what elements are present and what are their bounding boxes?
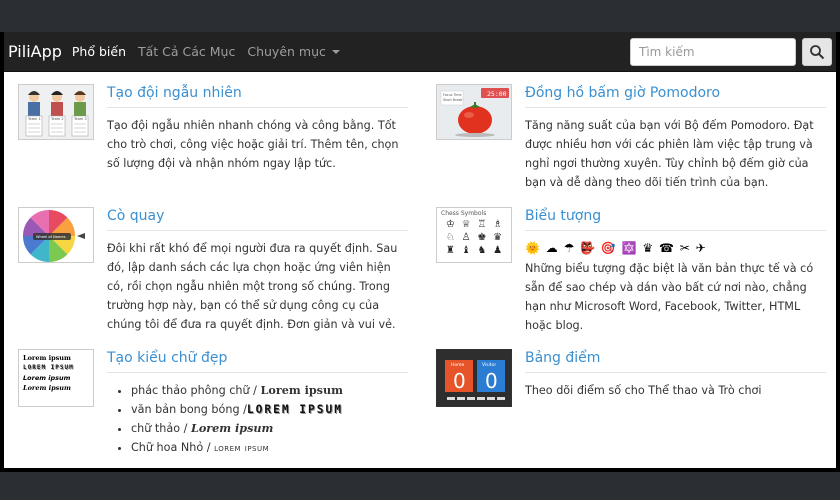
team-2-label: Team 2 bbox=[50, 117, 64, 121]
list-item[interactable]: văn bản bong bóng /LOREM IPSUM bbox=[131, 400, 408, 419]
card-body: Tạo kiểu chữ đẹp phác thảo phông chữ / L… bbox=[107, 349, 408, 458]
chess-glyph: ♙ bbox=[461, 232, 471, 243]
short-break-label: Short Break bbox=[443, 98, 462, 102]
search-input[interactable] bbox=[630, 37, 796, 66]
nav-dropdown-categories[interactable]: Chuyên mục bbox=[247, 44, 340, 59]
card-desc-scoreboard: Theo dõi điểm số cho Thể thao và Trò chơ… bbox=[525, 384, 762, 397]
list-item[interactable]: Chữ hoa Nhỏ / lorem ipsum bbox=[131, 438, 408, 458]
chess-glyph: ♗ bbox=[493, 219, 503, 230]
search-icon bbox=[810, 44, 825, 59]
home-score: 0 bbox=[453, 369, 466, 393]
wheel-icon: Wheel of Names bbox=[22, 209, 85, 262]
chess-glyph: ♘ bbox=[445, 232, 455, 243]
font-style-sample: Lorem ipsum bbox=[190, 421, 274, 435]
team-1-label: Team 1 bbox=[27, 117, 41, 121]
card-title-wheel[interactable]: Cò quay bbox=[107, 207, 408, 231]
chess-glyph: ♜ bbox=[445, 245, 455, 256]
nav-link-all-categories[interactable]: Tất Cả Các Mục bbox=[138, 44, 235, 59]
chess-symbol-grid: ♔ ♕ ♖ ♗ ♘ ♙ ♚ ♛ ♜ ♝ ♞ ♟ bbox=[437, 217, 511, 259]
font-style-label: chữ thảo / bbox=[131, 422, 191, 435]
card-title-scoreboard[interactable]: Bảng điểm bbox=[525, 349, 826, 373]
scoreboard-thumbnail[interactable]: Home Visitor 0 0 bbox=[436, 349, 512, 407]
scoreboard-icon: Home Visitor 0 0 bbox=[437, 350, 511, 406]
thumb-font-line-3: Lorem ipsum bbox=[23, 374, 71, 382]
list-item[interactable]: chữ thảo / Lorem ipsum bbox=[131, 419, 408, 438]
card-body: Bảng điểm Theo dõi điểm số cho Thể thao … bbox=[525, 349, 826, 400]
home-label: Home bbox=[451, 362, 465, 368]
card-body: Tạo đội ngẫu nhiên Tạo đội ngẫu nhiên nh… bbox=[107, 84, 408, 173]
font-style-label: văn bản bong bóng / bbox=[131, 403, 247, 416]
caret-down-icon bbox=[331, 50, 340, 54]
font-style-list: phác thảo phông chữ / Lorem ipsum văn bả… bbox=[107, 381, 408, 458]
browser-frame: PiliApp Phổ biến Tất Cả Các Mục Chuyên m… bbox=[0, 32, 840, 472]
team-people-icon: Team 1 Team 2 Team 3 bbox=[19, 85, 93, 139]
visitor-label: Visitor bbox=[482, 362, 496, 368]
bottom-dark-bar bbox=[0, 472, 840, 500]
font-style-sample: lorem ipsum bbox=[214, 443, 270, 454]
search-button[interactable] bbox=[802, 37, 832, 66]
visitor-score: 0 bbox=[485, 369, 498, 393]
team-3-label: Team 3 bbox=[73, 117, 87, 121]
thumb-font-line-2: LOREM IPSUM bbox=[23, 364, 74, 371]
card-desc-symbols: Những biểu tượng đặc biệt là văn bản thự… bbox=[525, 262, 814, 332]
focus-time-label: Focus Time bbox=[443, 93, 462, 97]
wheel-thumbnail[interactable]: Wheel of Names bbox=[18, 207, 94, 263]
navbar: PiliApp Phổ biến Tất Cả Các Mục Chuyên m… bbox=[4, 32, 836, 72]
card-title-fancy-fonts[interactable]: Tạo kiểu chữ đẹp bbox=[107, 349, 408, 373]
pomodoro-thumbnail[interactable]: Focus Time Short Break 25:00 bbox=[436, 84, 512, 140]
thumb-font-line-1: Lorem ipsum bbox=[23, 354, 71, 362]
chess-glyph: ♟ bbox=[493, 245, 503, 256]
font-style-sample: Lorem ipsum bbox=[260, 383, 343, 397]
symbol-samples: 🌞 ☁ ☂ 👺 🎯 🔯 ♛ ☎ ✂ ✈ bbox=[525, 241, 707, 255]
chess-glyph: ♞ bbox=[477, 245, 487, 256]
nav-dropdown-label: Chuyên mục bbox=[247, 44, 326, 59]
chess-glyph: ♝ bbox=[461, 245, 471, 256]
card-title-pomodoro[interactable]: Đồng hồ bấm giờ Pomodoro bbox=[525, 84, 826, 108]
main-content: Team 1 Team 2 Team 3 Tạo đội ngẫu nhiên … bbox=[4, 72, 836, 468]
team-generator-thumbnail[interactable]: Team 1 Team 2 Team 3 bbox=[18, 84, 94, 140]
wheel-banner-label: Wheel of Names bbox=[36, 235, 66, 239]
font-style-sample: LOREM IPSUM bbox=[246, 403, 343, 416]
tomato-timer-icon: Focus Time Short Break 25:00 bbox=[437, 85, 511, 139]
card-body: Cò quay Đôi khi rất khó để mọi người đưa… bbox=[107, 207, 408, 334]
fonts-thumbnail[interactable]: Lorem ipsum LOREM IPSUM Lorem ipsum Lore… bbox=[18, 349, 94, 407]
card-desc-team-generator: Tạo đội ngẫu nhiên nhanh chóng và công b… bbox=[107, 119, 399, 170]
timer-readout: 25:00 bbox=[487, 90, 507, 98]
chess-glyph: ♖ bbox=[477, 219, 487, 230]
nav-link-popular[interactable]: Phổ biến bbox=[72, 44, 126, 59]
chess-glyph: ♕ bbox=[461, 219, 471, 230]
symbols-thumbnail[interactable]: Chess Symbols ♔ ♕ ♖ ♗ ♘ ♙ ♚ ♛ ♜ ♝ ♞ ♟ bbox=[436, 207, 512, 263]
card-desc-pomodoro: Tăng năng suất của bạn với Bộ đếm Pomodo… bbox=[525, 119, 814, 189]
card-title-symbols[interactable]: Biểu tượng bbox=[525, 207, 826, 231]
card-title-team-generator[interactable]: Tạo đội ngẫu nhiên bbox=[107, 84, 408, 108]
font-style-label: Chữ hoa Nhỏ / bbox=[131, 441, 215, 454]
search-form bbox=[630, 37, 832, 66]
card-body: Đồng hồ bấm giờ Pomodoro Tăng năng suất … bbox=[525, 84, 826, 192]
brand-logo[interactable]: PiliApp bbox=[4, 42, 72, 61]
card-desc-wheel: Đôi khi rất khó để mọi người đưa ra quyế… bbox=[107, 242, 398, 331]
chess-symbols-label: Chess Symbols bbox=[441, 210, 487, 217]
chess-glyph: ♔ bbox=[445, 219, 455, 230]
list-item[interactable]: phác thảo phông chữ / Lorem ipsum bbox=[131, 381, 408, 400]
chess-glyph: ♛ bbox=[493, 232, 503, 243]
chess-glyph: ♚ bbox=[477, 232, 487, 243]
card-body: Biểu tượng 🌞 ☁ ☂ 👺 🎯 🔯 ♛ ☎ ✂ ✈ Những biể… bbox=[525, 207, 826, 335]
thumb-font-line-4: Lorem ipsum bbox=[23, 384, 71, 392]
font-style-label: phác thảo phông chữ / bbox=[131, 384, 261, 397]
